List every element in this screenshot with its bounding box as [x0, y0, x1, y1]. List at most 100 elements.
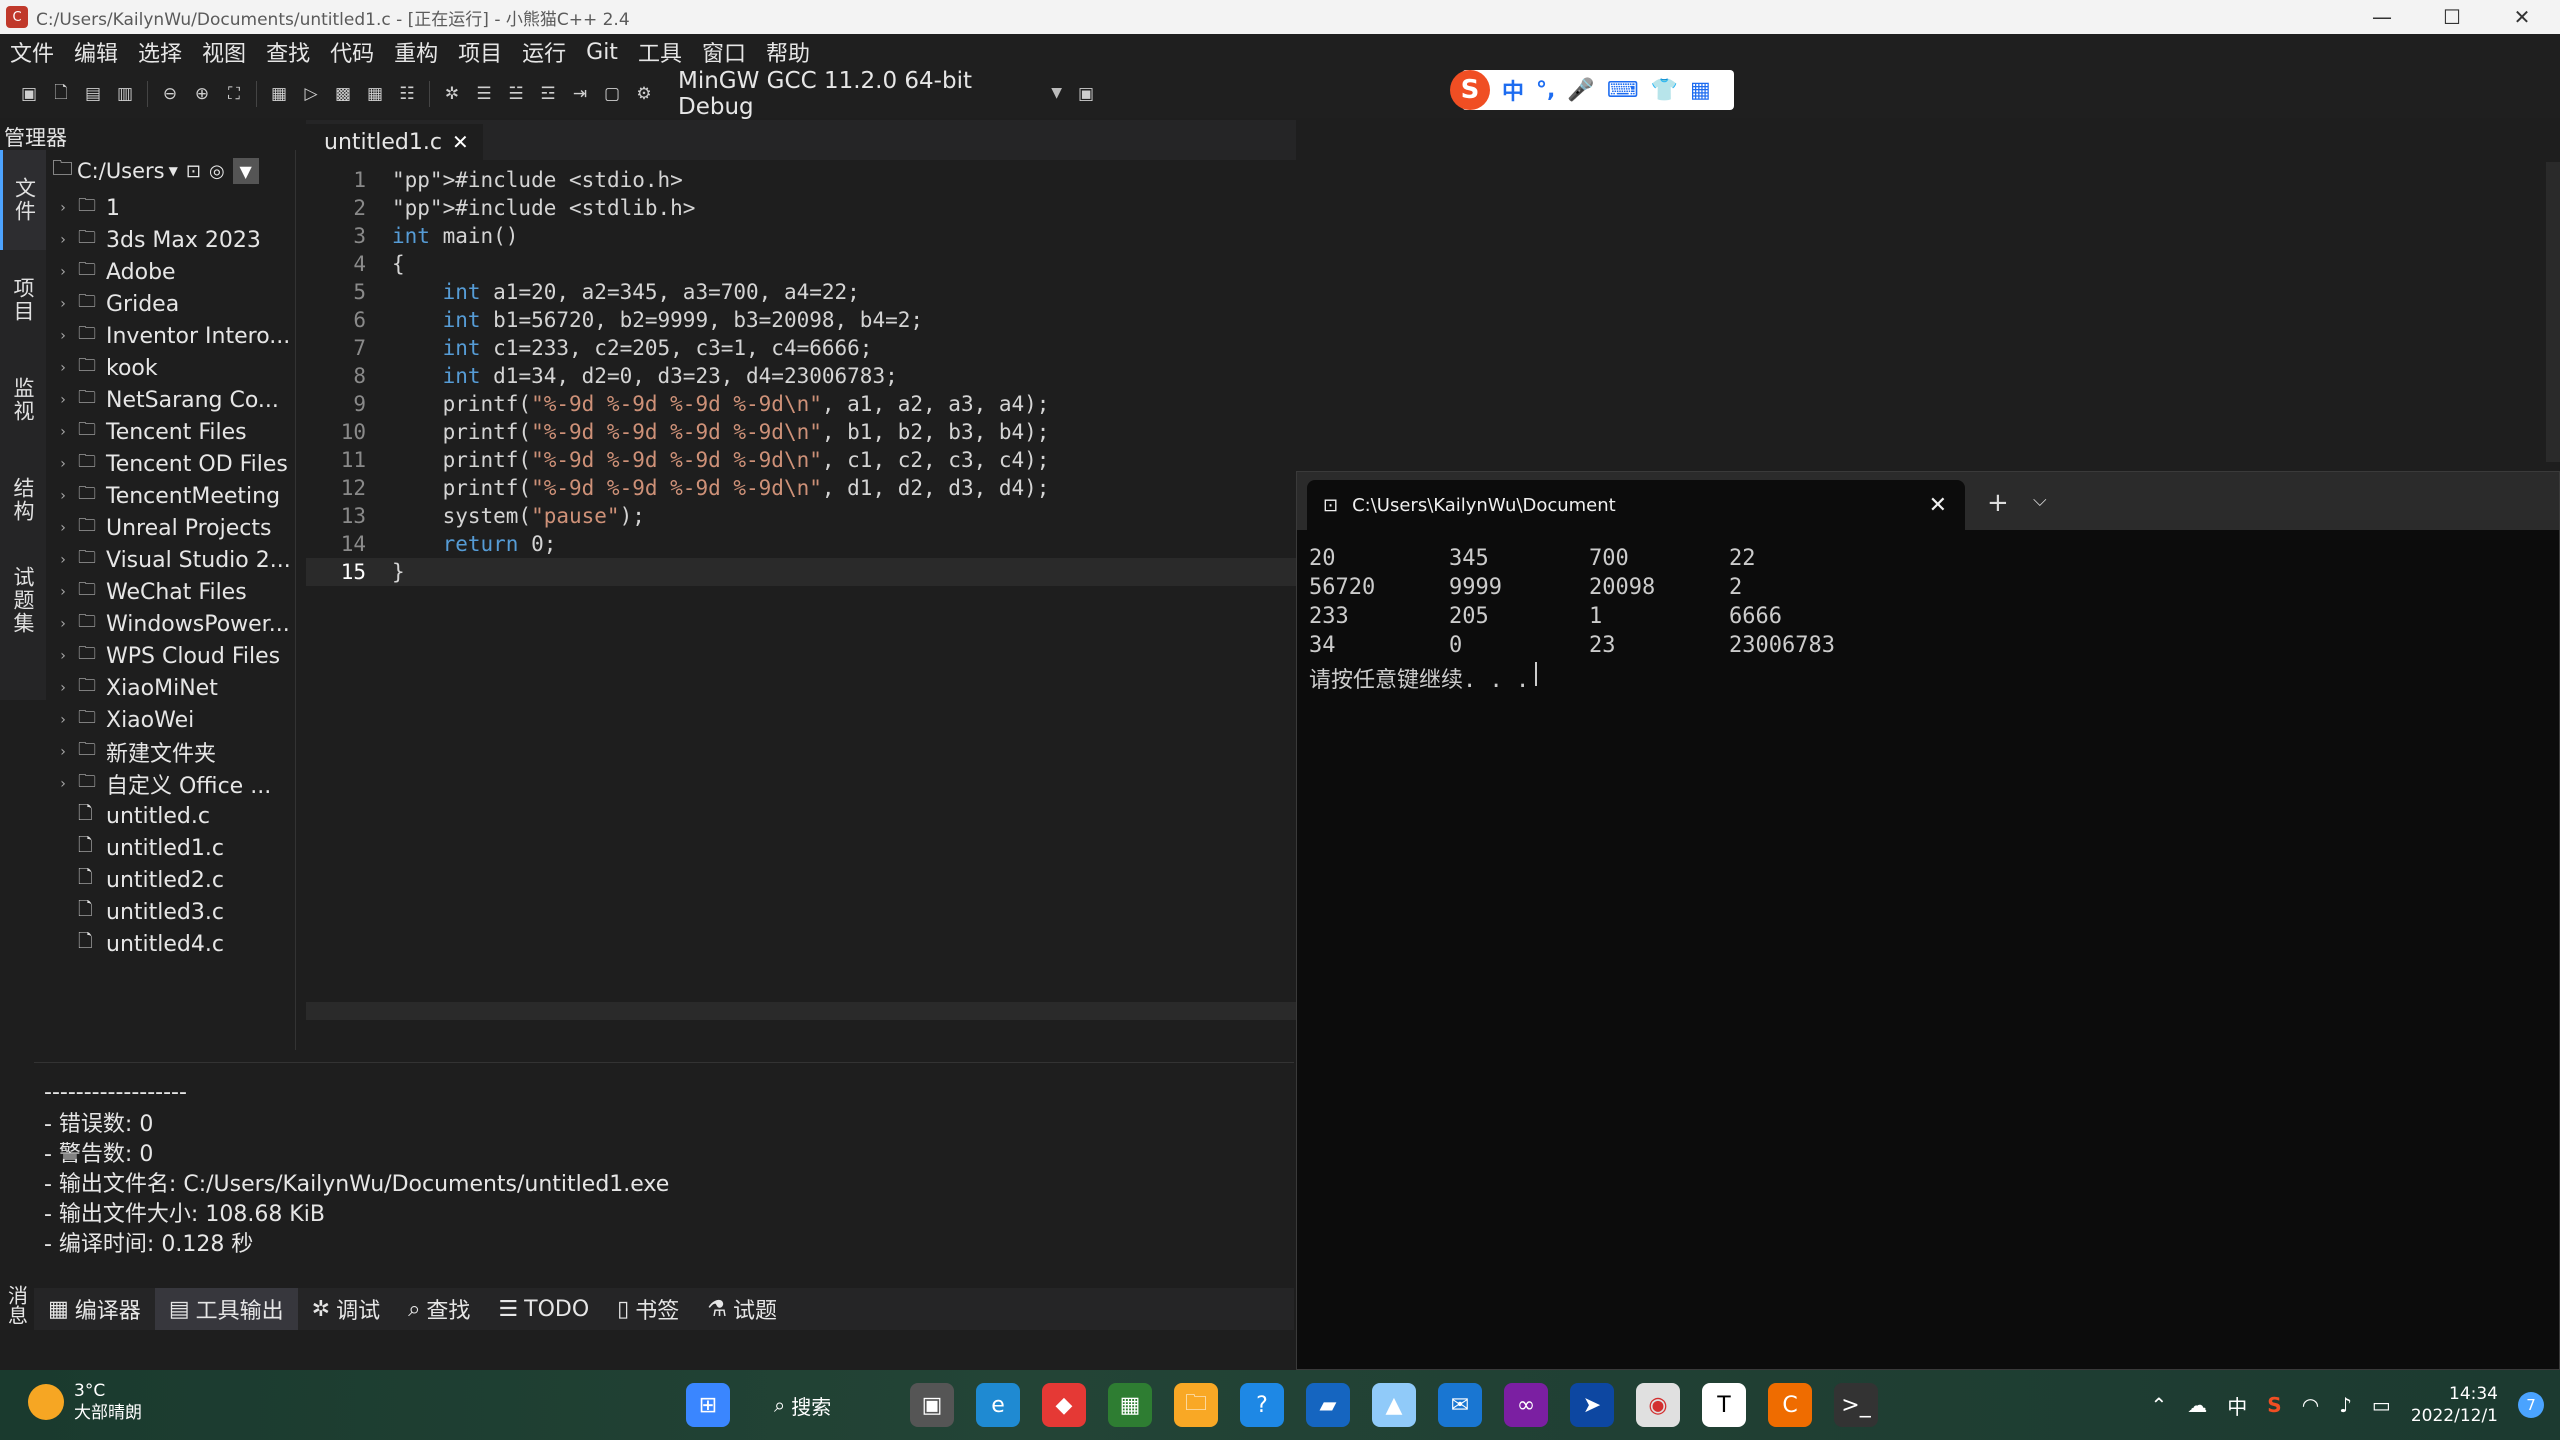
- close-button[interactable]: ✕: [2488, 0, 2556, 34]
- chevron-right-icon[interactable]: ›: [48, 744, 78, 760]
- step-into-icon[interactable]: ☱: [505, 83, 527, 105]
- tree-folder-item[interactable]: › 🗀 TencentMeeting: [48, 480, 295, 512]
- edge-browser-icon[interactable]: e: [976, 1383, 1020, 1427]
- menu-file[interactable]: 文件: [0, 36, 64, 68]
- chevron-right-icon[interactable]: ›: [48, 264, 78, 280]
- close-icon[interactable]: ✕: [1929, 493, 1947, 518]
- bottom-tab[interactable]: ✲ 调试: [298, 1288, 394, 1330]
- open-folder-icon[interactable]: ⊡: [186, 161, 201, 182]
- stop-icon[interactable]: ▢: [601, 83, 623, 105]
- ime-skin-icon[interactable]: 👕: [1651, 78, 1678, 103]
- rebuild-icon[interactable]: ▦: [364, 83, 386, 105]
- visual-studio-icon[interactable]: ∞: [1504, 1383, 1548, 1427]
- tree-folder-item[interactable]: › 🗀 Tencent OD Files: [48, 448, 295, 480]
- fullscreen-icon[interactable]: ⛶: [223, 83, 245, 105]
- typora-icon[interactable]: T: [1702, 1383, 1746, 1427]
- new-project-icon[interactable]: ▣: [18, 83, 40, 105]
- tree-folder-item[interactable]: › 🗀 kook: [48, 352, 295, 384]
- menu-code[interactable]: 代码: [320, 36, 384, 68]
- terminal-icon[interactable]: >_: [1834, 1383, 1878, 1427]
- bottom-tab[interactable]: ▤ 工具输出: [154, 1288, 298, 1330]
- ime-indicator[interactable]: 中: [2227, 1391, 2247, 1420]
- ime-toolbox-icon[interactable]: ▦: [1690, 78, 1711, 103]
- chevron-right-icon[interactable]: ›: [48, 648, 78, 664]
- compile-run-icon[interactable]: ▩: [332, 83, 354, 105]
- chevron-right-icon[interactable]: ›: [48, 392, 78, 408]
- save-icon[interactable]: ▤: [82, 83, 104, 105]
- tree-folder-item[interactable]: › 🗀 Visual Studio 2...: [48, 544, 295, 576]
- path-select[interactable]: 🗀 C:/Users ▼: [52, 154, 178, 189]
- chevron-right-icon[interactable]: ›: [48, 680, 78, 696]
- menu-select[interactable]: 选择: [128, 36, 192, 68]
- tree-folder-item[interactable]: › 🗀 Tencent Files: [48, 416, 295, 448]
- menu-project[interactable]: 项目: [448, 36, 512, 68]
- volume-icon[interactable]: ♪: [2339, 1393, 2352, 1417]
- minimize-button[interactable]: —: [2348, 0, 2416, 34]
- message-side-tab[interactable]: 消息: [0, 1270, 34, 1340]
- bottom-tab[interactable]: ▯ 书签: [603, 1288, 693, 1330]
- run-icon[interactable]: ▷: [300, 83, 322, 105]
- horizontal-scrollbar[interactable]: [306, 1002, 1296, 1020]
- options-icon[interactable]: ☷: [396, 83, 418, 105]
- tree-file-item[interactable]: 🗋 untitled4.c: [48, 928, 295, 960]
- bottom-tab[interactable]: ⚗ 试题: [693, 1288, 791, 1330]
- chevron-right-icon[interactable]: ›: [48, 552, 78, 568]
- chevron-right-icon[interactable]: ›: [48, 712, 78, 728]
- ime-voice-icon[interactable]: 🎤: [1567, 78, 1594, 103]
- tree-file-item[interactable]: 🗋 untitled2.c: [48, 864, 295, 896]
- side-tab-project[interactable]: 项目: [0, 250, 46, 350]
- bottom-tab[interactable]: ⌕ 查找: [394, 1288, 484, 1330]
- help-icon[interactable]: ?: [1240, 1383, 1284, 1427]
- compile-icon[interactable]: ▦: [268, 83, 290, 105]
- back-icon[interactable]: ⊖: [159, 83, 181, 105]
- chevron-right-icon[interactable]: ›: [48, 584, 78, 600]
- tree-file-item[interactable]: 🗋 untitled1.c: [48, 832, 295, 864]
- ime-keyboard-icon[interactable]: ⌨: [1607, 78, 1639, 103]
- weather-widget[interactable]: 3°C 大部晴朗: [28, 1380, 142, 1424]
- side-tab-watch[interactable]: 监视: [0, 350, 46, 450]
- save-all-icon[interactable]: ▥: [114, 83, 136, 105]
- chevron-right-icon[interactable]: ›: [48, 328, 78, 344]
- menu-tools[interactable]: 工具: [628, 36, 692, 68]
- menu-view[interactable]: 视图: [192, 36, 256, 68]
- tree-folder-item[interactable]: › 🗀 NetSarang Co...: [48, 384, 295, 416]
- chevron-right-icon[interactable]: ›: [48, 488, 78, 504]
- taskbar-search-button[interactable]: ⌕ 搜索: [760, 1384, 845, 1426]
- bottom-tab[interactable]: ▦ 编译器: [34, 1288, 155, 1330]
- app-diamond-icon[interactable]: ◆: [1042, 1383, 1086, 1427]
- locate-icon[interactable]: ◎: [209, 161, 225, 182]
- redpanda-cpp-icon[interactable]: C: [1768, 1383, 1812, 1427]
- sogou-tray-icon[interactable]: S: [2267, 1393, 2281, 1417]
- tree-folder-item[interactable]: › 🗀 Gridea: [48, 288, 295, 320]
- chevron-right-icon[interactable]: ›: [48, 360, 78, 376]
- forward-icon[interactable]: ⊕: [191, 83, 213, 105]
- menu-find[interactable]: 查找: [256, 36, 320, 68]
- clock[interactable]: 14:34 2022/12/1: [2411, 1383, 2498, 1427]
- bottom-tab[interactable]: ☰ TODO: [484, 1288, 603, 1330]
- menu-window[interactable]: 窗口: [692, 36, 756, 68]
- debug-icon[interactable]: ✲: [441, 83, 463, 105]
- close-icon[interactable]: ✕: [452, 130, 469, 154]
- compiler-select[interactable]: MinGW GCC 11.2.0 64-bit Debug ▼: [670, 68, 1070, 120]
- menu-run[interactable]: 运行: [512, 36, 576, 68]
- tree-folder-item[interactable]: › 🗀 Unreal Projects: [48, 512, 295, 544]
- tree-folder-item[interactable]: › 🗀 WeChat Files: [48, 576, 295, 608]
- terminal-window[interactable]: ⊡ C:\Users\KailynWu\Document ✕ + ⌵ 20 345…: [1296, 471, 2560, 1370]
- chevron-right-icon[interactable]: ›: [48, 616, 78, 632]
- wifi-icon[interactable]: ◠: [2302, 1393, 2319, 1417]
- photos-icon[interactable]: ▲: [1372, 1383, 1416, 1427]
- app-window-icon[interactable]: ▰: [1306, 1383, 1350, 1427]
- tree-folder-item[interactable]: › 🗀 1: [48, 192, 295, 224]
- chevron-right-icon[interactable]: ›: [48, 776, 78, 792]
- tree-folder-item[interactable]: › 🗀 3ds Max 2023: [48, 224, 295, 256]
- microsoft-store-icon[interactable]: ▦: [1108, 1383, 1152, 1427]
- chevron-up-icon[interactable]: ⌃: [2151, 1393, 2168, 1417]
- tree-file-item[interactable]: 🗋 untitled3.c: [48, 896, 295, 928]
- tree-folder-item[interactable]: › 🗀 XiaoWei: [48, 704, 295, 736]
- chevron-right-icon[interactable]: ›: [48, 296, 78, 312]
- filter-icon[interactable]: ▼: [232, 158, 259, 184]
- tab-untitled1[interactable]: untitled1.c ✕: [306, 124, 483, 160]
- side-tab-problems[interactable]: 试题集: [0, 550, 46, 650]
- tree-folder-item[interactable]: › 🗀 WindowsPower...: [48, 608, 295, 640]
- tree-folder-item[interactable]: › 🗀 新建文件夹: [48, 736, 295, 768]
